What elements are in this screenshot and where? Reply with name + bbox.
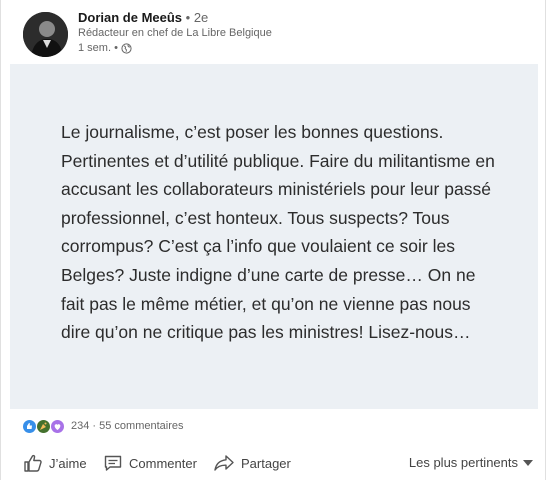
share-button[interactable]: Partager <box>213 451 291 475</box>
post-card: Dorian de Meeûs • 2e Rédacteur en chef d… <box>0 0 546 480</box>
avatar-photo <box>23 12 68 57</box>
author-name[interactable]: Dorian de Meeûs <box>78 10 182 25</box>
post-header: Dorian de Meeûs • 2e Rédacteur en chef d… <box>23 10 503 58</box>
comment-icon <box>104 455 122 471</box>
comment-button[interactable]: Commenter <box>103 451 197 475</box>
post-time-text: 1 sem. • <box>78 42 118 54</box>
connection-degree: • 2e <box>185 10 209 25</box>
sort-label: Les plus pertinents <box>408 455 518 470</box>
globe-icon <box>121 42 132 54</box>
sort-dropdown[interactable]: Les plus pertinents <box>409 455 533 470</box>
comment-label: Commenter <box>129 455 197 471</box>
caret-down-icon <box>523 459 533 466</box>
reaction-summary[interactable]: 234 · 55 commentaires <box>71 420 184 432</box>
support-icon <box>51 419 64 433</box>
quote-card[interactable]: Le journalisme, c’est poser les bonnes q… <box>10 64 538 409</box>
like-icon <box>23 419 36 433</box>
share-label: Partager <box>241 455 291 471</box>
action-bar: J’aime Commenter Partager Les plus perti… <box>23 451 533 475</box>
thumbs-up-icon <box>24 454 42 472</box>
celebrate-icon <box>37 419 50 433</box>
post-time: 1 sem. • <box>78 42 132 54</box>
author-headline: Rédacteur en chef de La Libre Belgique <box>78 27 272 39</box>
author-line: Dorian de Meeûs • 2e <box>78 10 208 25</box>
avatar[interactable] <box>23 12 68 57</box>
share-icon <box>214 455 234 471</box>
like-button[interactable]: J’aime <box>23 451 87 475</box>
reactions-bar[interactable]: 234 · 55 commentaires <box>23 418 184 434</box>
quote-text: Le journalisme, c’est poser les bonnes q… <box>61 122 495 343</box>
like-label: J’aime <box>49 455 87 471</box>
